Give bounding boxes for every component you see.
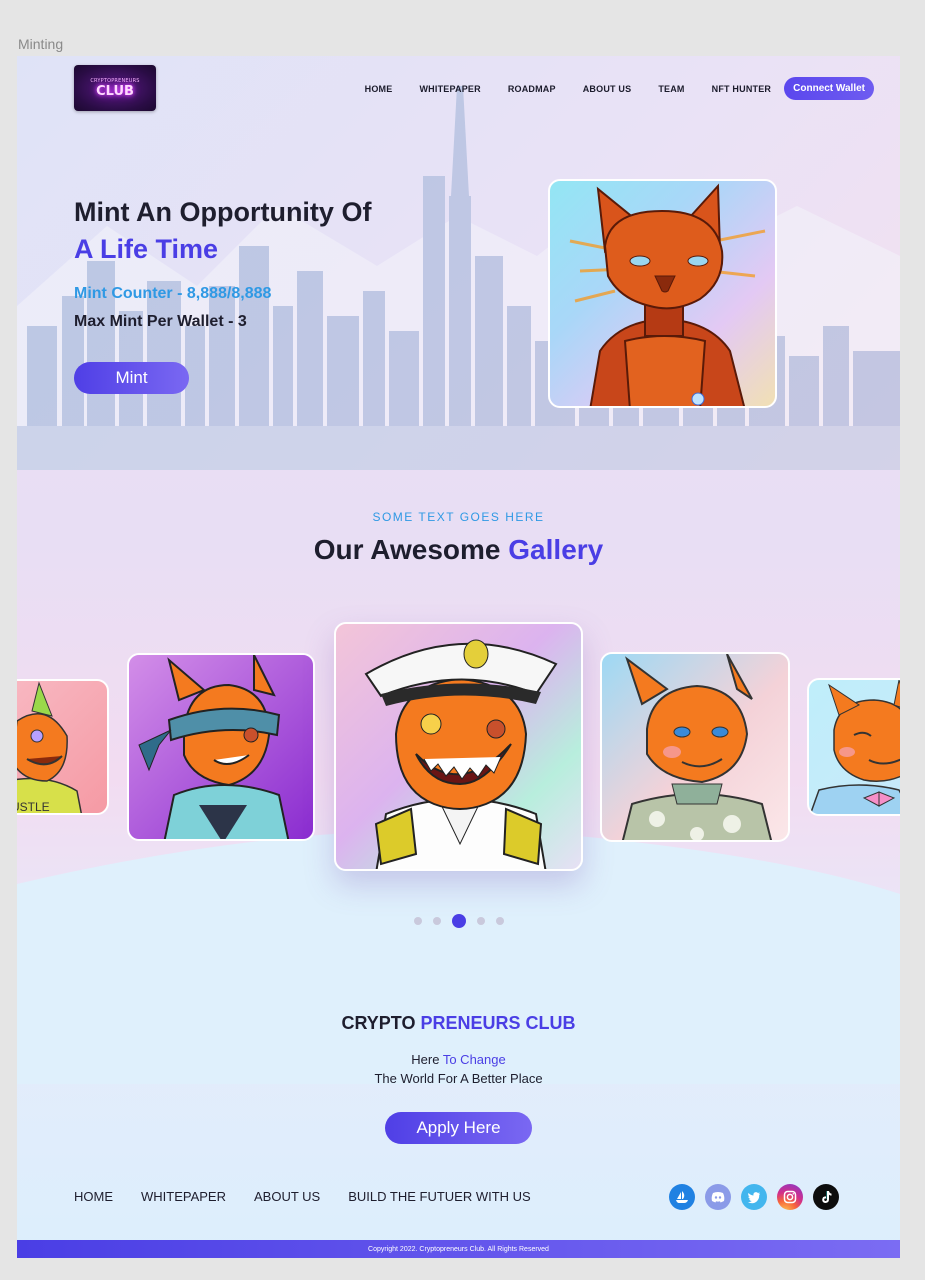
hero-title-line2: A Life Time: [74, 234, 219, 264]
tiktok-icon[interactable]: [813, 1184, 839, 1210]
logo-main-text: CLUB: [96, 83, 134, 99]
gallery-card-4[interactable]: [600, 652, 790, 842]
hustle-shirt-text: USTLE: [17, 800, 50, 814]
main-nav: HOME WHITEPAPER ROADMAP ABOUT US TEAM NF…: [338, 77, 874, 100]
gallery-pagination: [17, 914, 900, 928]
fox-sailor-illustration: [809, 680, 900, 814]
fox-floral-illustration: [621, 654, 773, 840]
connect-wallet-button[interactable]: Connect Wallet: [784, 77, 874, 100]
tagline-accent: To Change: [442, 1052, 506, 1067]
nav-about-us[interactable]: ABOUT US: [583, 84, 632, 94]
club-heading-accent: PRENEURS CLUB: [420, 1013, 576, 1033]
tagline-line2: The World For A Better Place: [374, 1071, 543, 1086]
gallery-card-3-featured[interactable]: [334, 622, 583, 871]
hero-title-line1: Mint An Opportunity Of: [74, 197, 372, 227]
discord-icon[interactable]: [705, 1184, 731, 1210]
tagline-line1: Here To Change: [17, 1052, 900, 1067]
minting-page: CRYPTOPRENEURS CLUB HOME WHITEPAPER ROAD…: [17, 56, 900, 1258]
pagination-dot-3-active[interactable]: [451, 914, 466, 928]
club-logo[interactable]: CRYPTOPRENEURS CLUB: [74, 65, 156, 111]
pagination-dot-2[interactable]: [432, 917, 441, 925]
fox-hustle-illustration: USTLE: [17, 681, 82, 814]
gallery-title: Our Awesome Gallery: [17, 534, 900, 566]
gallery-card-5[interactable]: [807, 678, 900, 816]
mint-button[interactable]: Mint: [74, 362, 189, 394]
footer-link-build-future[interactable]: BUILD THE FUTUER WITH US: [348, 1189, 531, 1204]
gallery-title-accent: Gallery: [508, 534, 604, 565]
mint-counter: Mint Counter - 8,888/8,888: [74, 285, 272, 302]
fox-captain-illustration: [364, 639, 558, 869]
frame-label: Minting: [18, 36, 64, 52]
pagination-dot-1[interactable]: [413, 917, 422, 925]
hero-nft-image: [548, 179, 777, 408]
nav-home[interactable]: HOME: [365, 84, 393, 94]
opensea-icon[interactable]: [669, 1184, 695, 1210]
club-heading: CRYPTO PRENEURS CLUB: [17, 1013, 900, 1034]
social-links: [669, 1184, 839, 1210]
twitter-icon[interactable]: [741, 1184, 767, 1210]
instagram-icon[interactable]: [777, 1184, 803, 1210]
max-mint-per-wallet: Max Mint Per Wallet - 3: [74, 313, 247, 330]
fox-ninja-illustration: [138, 655, 290, 839]
nav-roadmap[interactable]: ROADMAP: [508, 84, 556, 94]
footer-link-about-us[interactable]: ABOUT US: [254, 1189, 320, 1204]
footer-link-home[interactable]: HOME: [74, 1189, 113, 1204]
tagline-plain: Here: [411, 1052, 440, 1067]
copyright-text: Copyright 2022. Cryptopreneurs Club. All…: [368, 1245, 549, 1253]
gallery-subtitle: SOME TEXT GOES HERE: [372, 510, 545, 524]
robot-fox-illustration: [569, 183, 766, 406]
pagination-dot-5[interactable]: [495, 917, 504, 925]
club-heading-plain: CRYPTO: [341, 1013, 416, 1033]
nav-nft-hunter[interactable]: NFT HUNTER: [712, 84, 772, 94]
pagination-dot-4[interactable]: [476, 917, 485, 925]
apply-here-button[interactable]: Apply Here: [385, 1112, 532, 1144]
hero-section: CRYPTOPRENEURS CLUB HOME WHITEPAPER ROAD…: [17, 56, 900, 470]
nav-whitepaper[interactable]: WHITEPAPER: [419, 84, 480, 94]
nav-team[interactable]: TEAM: [658, 84, 684, 94]
footer-nav: HOME WHITEPAPER ABOUT US BUILD THE FUTUE…: [74, 1189, 559, 1204]
footer-link-whitepaper[interactable]: WHITEPAPER: [141, 1189, 226, 1204]
hero-title: Mint An Opportunity Of A Life Time: [74, 194, 371, 268]
gallery-title-plain: Our Awesome: [313, 534, 501, 565]
gallery-card-2[interactable]: [127, 653, 315, 841]
copyright-bar: Copyright 2022. Cryptopreneurs Club. All…: [17, 1240, 900, 1258]
gallery-card-1[interactable]: USTLE: [17, 679, 109, 815]
